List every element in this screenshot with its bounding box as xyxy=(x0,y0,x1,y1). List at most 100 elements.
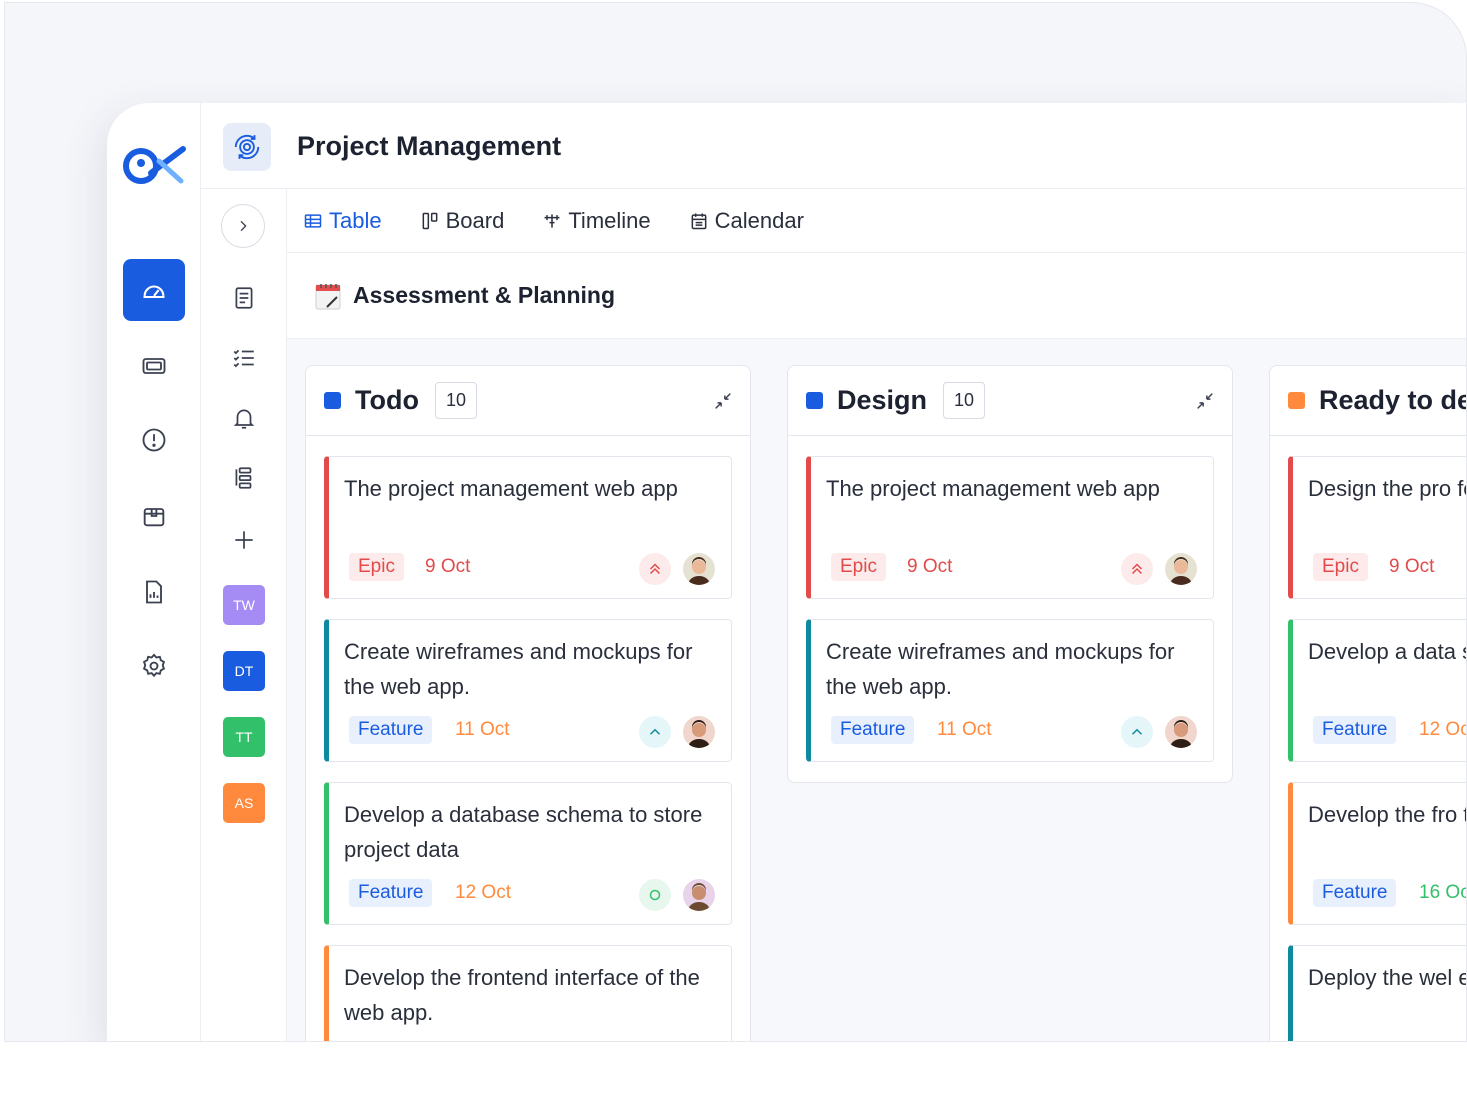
notes-button[interactable] xyxy=(221,275,267,321)
backdrop: Project Management TW DT TT AS Table Boa… xyxy=(4,2,1467,1042)
task-card[interactable]: Develop a database schema to store proje… xyxy=(324,782,732,925)
tab-timeline-label: Timeline xyxy=(568,207,651,233)
dashboard-button[interactable] xyxy=(123,259,185,321)
column-color-dot xyxy=(806,392,823,409)
assignee-avatar[interactable] xyxy=(1165,553,1197,585)
add-workspace-button[interactable] xyxy=(221,517,267,563)
tab-calendar[interactable]: Calendar xyxy=(689,208,804,234)
column-title: Design xyxy=(837,385,928,415)
assignee-avatar[interactable] xyxy=(1165,716,1197,748)
timeline-icon xyxy=(544,213,560,228)
reports-button[interactable] xyxy=(123,561,185,623)
alert-icon xyxy=(142,428,166,452)
task-type-tag: Feature xyxy=(1313,716,1397,744)
checklist-button[interactable] xyxy=(221,335,267,381)
task-card[interactable]: Deploy the wel environment. xyxy=(1288,945,1466,1041)
board-icon xyxy=(422,212,438,229)
document-icon xyxy=(235,287,253,309)
column-todo: Todo 10 The project management web app Epic… xyxy=(305,365,751,1041)
task-card[interactable]: Develop a data store project da Feature 12… xyxy=(1288,619,1466,762)
task-type-tag: Feature xyxy=(1313,879,1397,907)
task-type-tag: Epic xyxy=(1313,553,1368,581)
column-color-dot xyxy=(1288,392,1305,409)
workspace-dt[interactable]: DT xyxy=(223,651,265,691)
workspace-tw[interactable]: TW xyxy=(223,585,265,625)
planner-icon xyxy=(315,283,341,309)
collapse-column-icon[interactable] xyxy=(1194,390,1216,412)
task-card[interactable]: The project management web app Epic 9 Oct xyxy=(806,456,1214,599)
task-due-date: 12 Oct xyxy=(1419,719,1466,740)
task-due-date: 9 Oct xyxy=(1389,556,1435,577)
column-title: Ready to de xyxy=(1319,385,1467,415)
column-title: Todo xyxy=(355,385,419,415)
normal-priority-icon xyxy=(639,879,671,911)
gear-icon xyxy=(142,653,166,678)
column-count-badge: 10 xyxy=(434,382,477,419)
urgent-priority-icon xyxy=(1121,553,1153,585)
workspace-tt[interactable]: TT xyxy=(223,717,265,757)
high-priority-icon xyxy=(639,716,671,748)
column-count-badge: 10 xyxy=(943,382,986,419)
table-icon xyxy=(304,213,322,228)
tab-table[interactable]: Table xyxy=(303,208,382,234)
packages-button[interactable] xyxy=(123,485,185,547)
view-tabs: Table Board Timeline Calendar xyxy=(287,189,1466,253)
kanban-board: Todo 10 The project management web app Epic… xyxy=(287,339,1467,1041)
logo-icon xyxy=(123,146,186,184)
settings-button[interactable] xyxy=(123,635,185,697)
task-type-tag: Feature xyxy=(349,879,433,907)
tab-board[interactable]: Board xyxy=(420,208,504,234)
hierarchy-button[interactable] xyxy=(221,455,267,501)
task-title: Create wireframes and mockups for the we… xyxy=(826,639,1175,699)
task-type-tag: Epic xyxy=(831,553,886,581)
tickets-button[interactable] xyxy=(123,335,185,397)
column-ready-to-de: Ready to de Design the pro features and f… xyxy=(1269,365,1467,1041)
task-card[interactable]: Develop the fro the web app. Feature 16 Oc… xyxy=(1288,782,1466,925)
tab-calendar-label: Calendar xyxy=(714,207,804,233)
task-card[interactable]: Design the pro features and fu Epic 9 Oct xyxy=(1288,456,1466,599)
app-window: Project Management TW DT TT AS Table Boa… xyxy=(107,103,1467,1041)
dashboard-icon xyxy=(143,285,165,299)
high-priority-icon xyxy=(1121,716,1153,748)
notifications-button[interactable] xyxy=(221,395,267,441)
task-due-date: 9 Oct xyxy=(907,556,953,577)
workspace-as[interactable]: AS xyxy=(223,783,265,823)
task-title: The project management web app xyxy=(826,476,1160,501)
ticket-icon xyxy=(142,358,166,374)
issues-button[interactable] xyxy=(123,409,185,471)
collapse-column-icon[interactable] xyxy=(712,390,734,412)
task-title: Develop a data store project da xyxy=(1308,639,1466,664)
task-card[interactable]: Create wireframes and mockups for the we… xyxy=(806,619,1214,762)
task-type-tag: Epic xyxy=(349,553,404,581)
chevron-right-icon xyxy=(240,220,247,232)
project-gear-icon xyxy=(234,134,260,160)
expand-sidebar-button[interactable] xyxy=(221,204,265,248)
task-due-date: 11 Oct xyxy=(937,719,992,740)
assignee-avatar[interactable] xyxy=(683,879,715,911)
task-title: Develop the frontend interface of the we… xyxy=(344,965,700,1025)
task-title: The project management web app xyxy=(344,476,678,501)
column-header: Todo 10 xyxy=(306,366,750,436)
task-title: Deploy the wel environment. xyxy=(1308,965,1466,990)
section-title: Assessment & Planning xyxy=(353,282,616,308)
column-design: Design 10 The project management web app Ep… xyxy=(787,365,1233,783)
bell-icon xyxy=(233,409,255,429)
assignee-avatar[interactable] xyxy=(683,716,715,748)
task-card[interactable]: Develop the frontend interface of the we… xyxy=(324,945,732,1041)
task-card[interactable]: The project management web app Epic 9 Oct xyxy=(324,456,732,599)
column-header: Ready to de xyxy=(1270,366,1467,436)
task-due-date: 11 Oct xyxy=(455,719,510,740)
package-icon xyxy=(143,508,165,527)
task-type-tag: Feature xyxy=(349,716,433,744)
main-rail xyxy=(107,103,201,1041)
task-title: Design the pro features and fu xyxy=(1308,476,1466,501)
hierarchy-icon xyxy=(235,467,252,489)
secondary-rail: TW DT TT AS xyxy=(201,189,287,1041)
urgent-priority-icon xyxy=(639,553,671,585)
task-type-tag: Feature xyxy=(831,716,915,744)
task-title: Develop a database schema to store proje… xyxy=(344,802,703,862)
assignee-avatar[interactable] xyxy=(683,553,715,585)
task-card[interactable]: Create wireframes and mockups for the we… xyxy=(324,619,732,762)
project-icon-button[interactable] xyxy=(223,123,271,171)
tab-timeline[interactable]: Timeline xyxy=(542,207,651,234)
